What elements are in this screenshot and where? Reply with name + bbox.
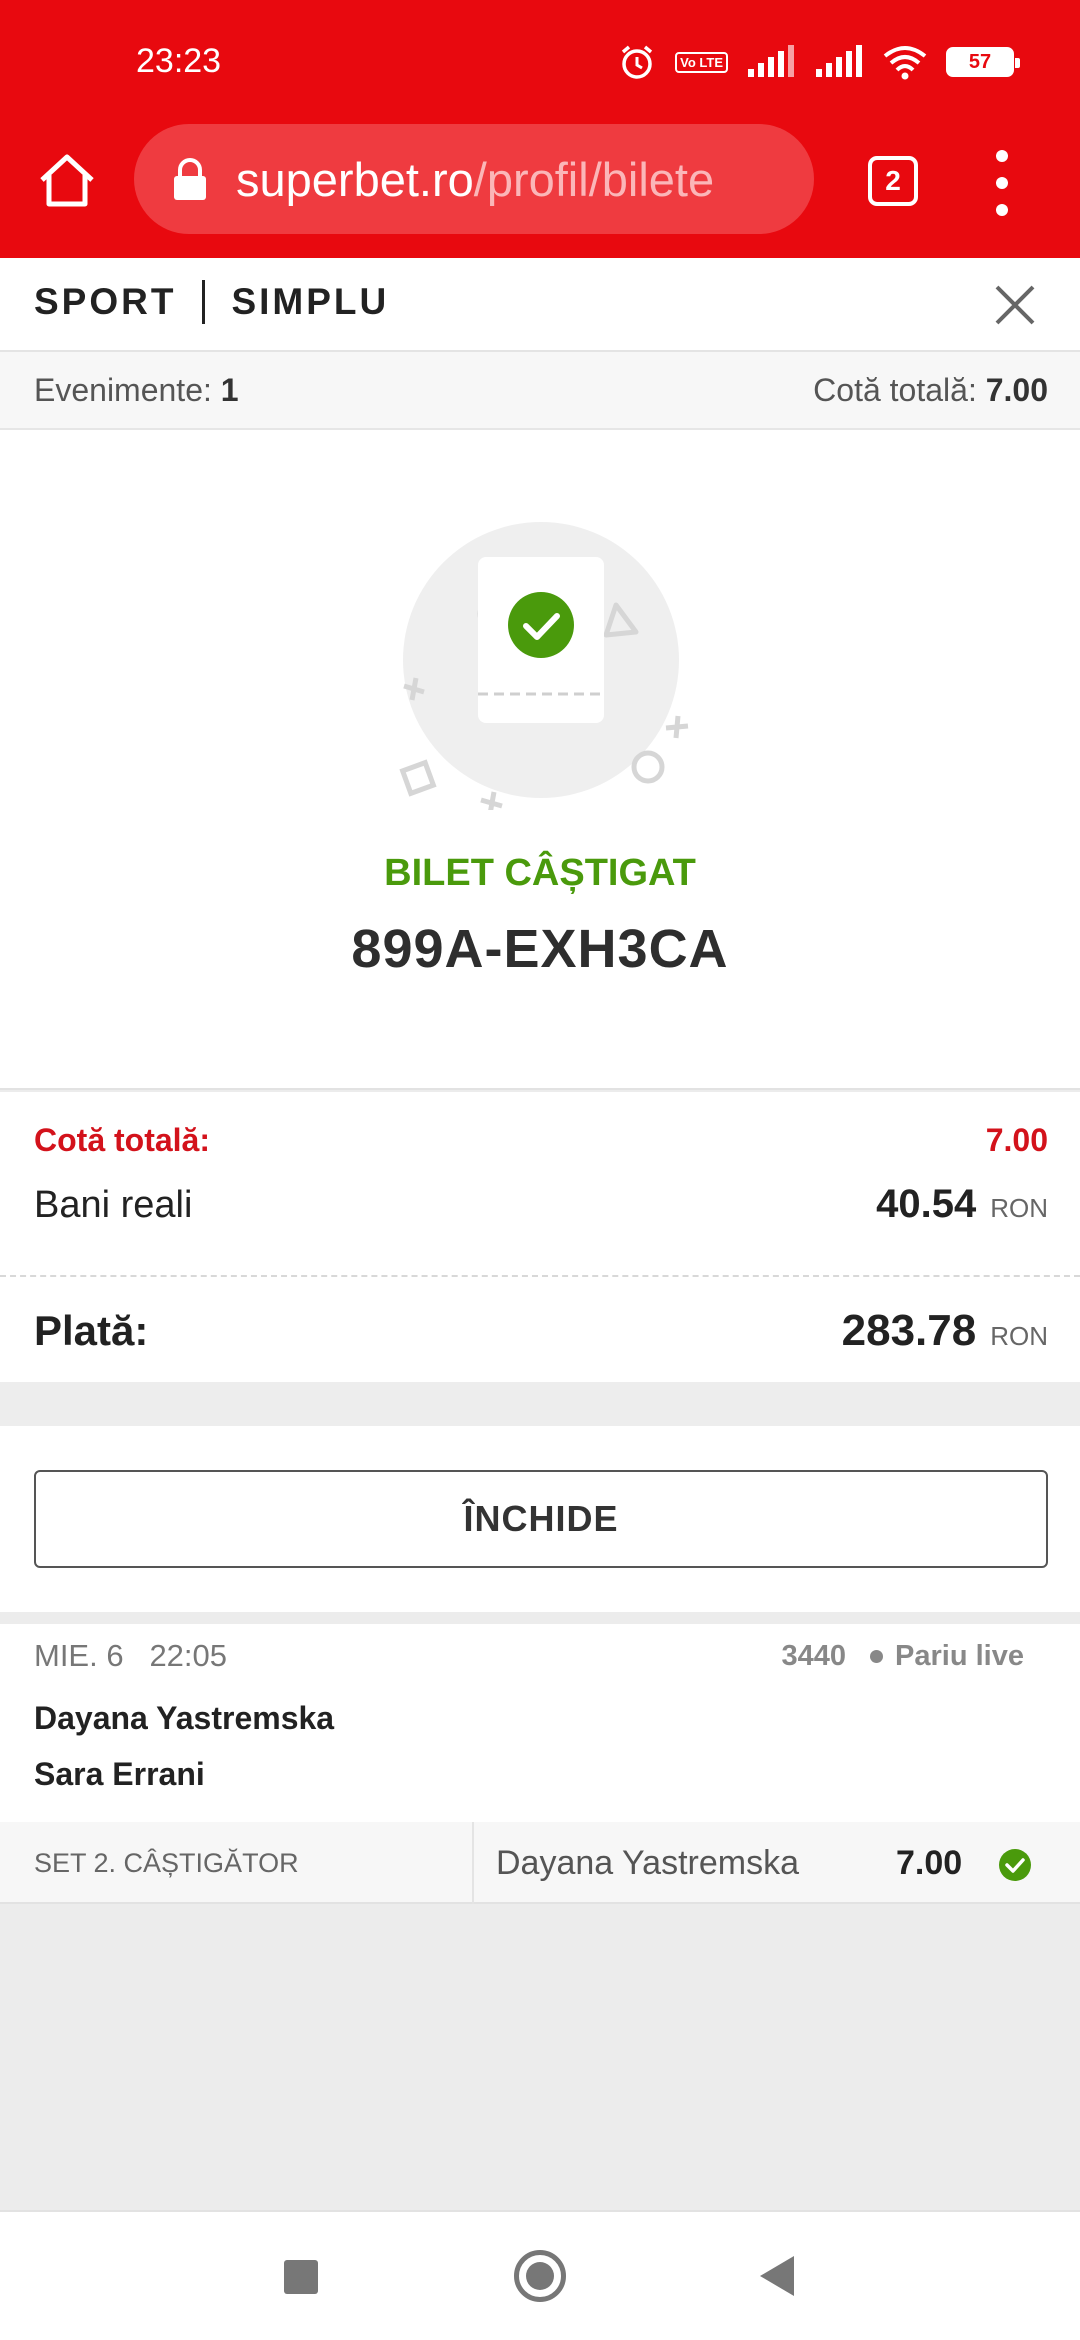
events-count: Evenimente: 1 — [34, 372, 239, 408]
wifi-icon — [883, 46, 927, 80]
live-bet-badge: Pariu live — [895, 1640, 1024, 1672]
ticket-type: SPORT — [34, 281, 177, 322]
total-odds-value: 7.00 — [985, 1122, 1048, 1158]
signal-icon — [748, 45, 794, 77]
player-away: Sara Errani — [34, 1756, 205, 1792]
player-home: Dayana Yastremska — [34, 1700, 335, 1736]
system-navigation-bar — [0, 2210, 1080, 2340]
stake-label: Bani reali — [34, 1184, 193, 1226]
check-circle-icon — [999, 1849, 1031, 1881]
close-icon[interactable] — [990, 280, 1040, 330]
ticket-summary: Evenimente: 1 Cotă totală: 7.00 — [0, 352, 1080, 430]
dashed-divider — [0, 1275, 1080, 1277]
close-section: ÎNCHIDE — [0, 1426, 1080, 1612]
ticket-mode: SIMPLU — [231, 281, 390, 322]
alarm-icon — [622, 45, 653, 79]
event-date: MIE. 6 — [34, 1638, 124, 1673]
payout-label: Plată: — [34, 1307, 149, 1354]
tab-switcher-button[interactable]: 2 — [868, 156, 918, 206]
battery-icon: 57 — [946, 47, 1020, 77]
event-datetime: MIE. 6 22:05 — [34, 1638, 227, 1674]
url-path: /profil/bilete — [473, 152, 715, 206]
total-odds-label: Cotă totală: — [34, 1122, 210, 1158]
ticket-title: SPORT SIMPLU — [34, 280, 389, 324]
url-host: superbet.ro — [236, 152, 474, 206]
status-icons: Vo LTE 57 — [617, 40, 1020, 84]
home-icon[interactable] — [36, 150, 98, 212]
section-gap-2 — [0, 1612, 1080, 1624]
ticket-result: BILET CÂȘTIGAT 899A-EXH3CA — [0, 430, 1080, 1090]
home-circle-icon[interactable] — [514, 2250, 566, 2302]
selection-odds: 7.00 — [896, 1844, 963, 1882]
browser-chrome: 23:23 Vo LTE 57 superbet.ro/profil/bilet… — [0, 0, 1080, 258]
stake-amount: 40.54 RON — [876, 1182, 1048, 1226]
lock-icon — [174, 158, 206, 200]
payout-row: Plată: 283.78 RON — [34, 1306, 1048, 1356]
title-divider — [202, 280, 206, 324]
more-options-icon[interactable] — [990, 150, 1014, 216]
summary-total-odds: Cotă totală: 7.00 — [813, 372, 1048, 408]
event-meta: 3440 Pariu live — [782, 1640, 1024, 1673]
event-id: 3440 — [781, 1640, 847, 1672]
event-card[interactable]: MIE. 6 22:05 3440 Pariu live Dayana Yast… — [0, 1624, 1080, 1904]
browser-toolbar: superbet.ro/profil/bilete 2 — [0, 120, 1080, 258]
market-name: SET 2. CÂȘTIGĂTOR — [34, 1848, 299, 1878]
volte-icon: Vo LTE — [675, 51, 728, 73]
url-text: superbet.ro/profil/bilete — [236, 152, 714, 207]
event-time: 22:05 — [149, 1638, 228, 1673]
bullet-icon — [870, 1650, 884, 1663]
close-ticket-button[interactable]: ÎNCHIDE — [34, 1470, 1048, 1568]
total-odds-row: Cotă totală: 7.00 — [34, 1122, 1048, 1159]
ticket-code: 899A-EXH3CA — [351, 919, 729, 979]
winning-ticket-illustration — [399, 522, 689, 810]
ticket-header: SPORT SIMPLU — [0, 258, 1080, 352]
section-gap — [0, 1382, 1080, 1426]
stake-row: Bani reali 40.54 RON — [34, 1182, 1048, 1227]
status-bar: 23:23 Vo LTE 57 — [0, 0, 1080, 120]
recent-apps-icon[interactable] — [284, 2260, 318, 2294]
address-bar[interactable]: superbet.ro/profil/bilete — [134, 124, 814, 234]
empty-area — [0, 1904, 1080, 2210]
market-divider — [472, 1822, 474, 1904]
selection-pick: Dayana Yastremska — [496, 1844, 799, 1882]
payout-amount: 283.78 RON — [841, 1306, 1048, 1355]
back-icon[interactable] — [760, 2256, 794, 2296]
ticket-status: BILET CÂȘTIGAT — [384, 852, 696, 894]
selection-row: SET 2. CÂȘTIGĂTOR Dayana Yastremska 7.00 — [0, 1822, 1080, 1904]
status-time: 23:23 — [136, 42, 222, 80]
signal-icon-2 — [816, 45, 862, 77]
ticket-totals: Cotă totală: 7.00 Bani reali 40.54 RON Pl… — [0, 1092, 1080, 1382]
